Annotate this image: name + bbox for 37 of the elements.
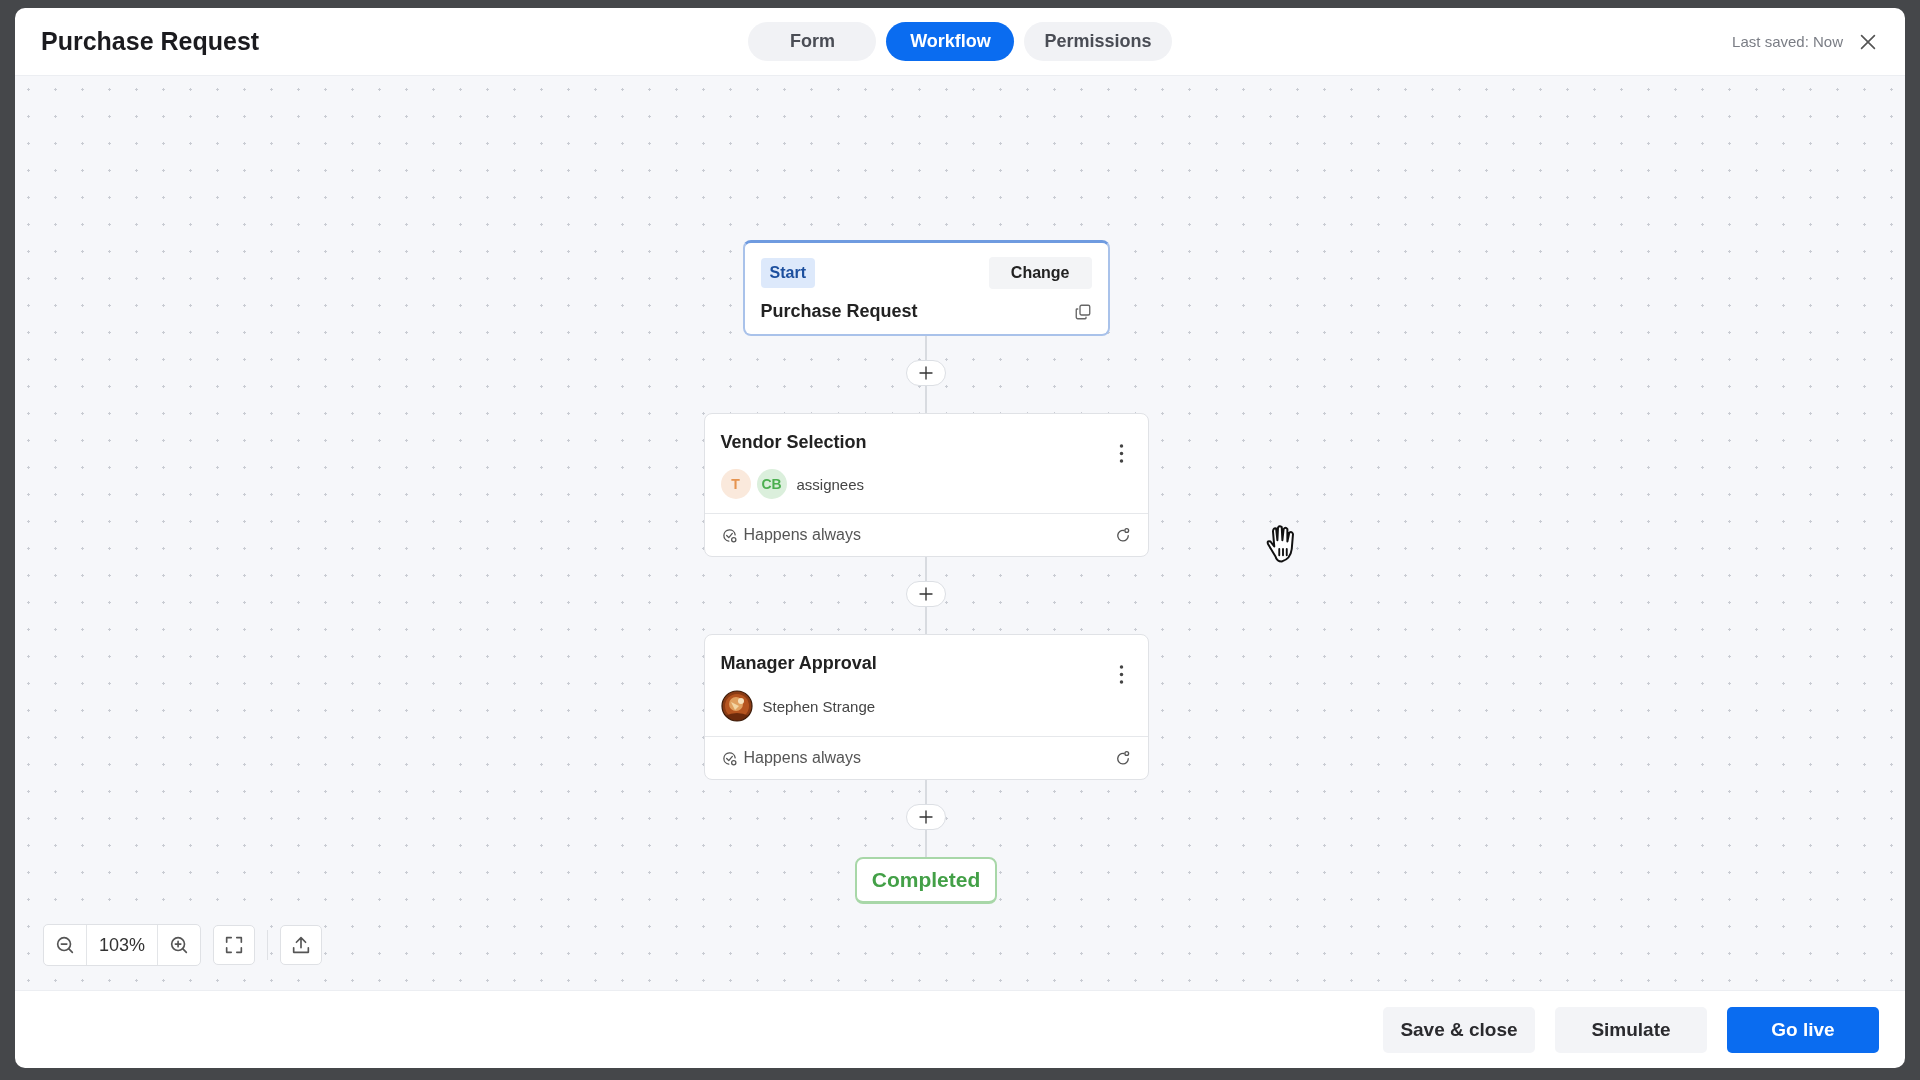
secondary-button[interactable]: Save & close <box>1383 1006 1535 1053</box>
add-step-button[interactable] <box>906 581 946 607</box>
primary-button[interactable]: Go live <box>1727 1006 1879 1053</box>
add-step-button[interactable] <box>906 804 946 830</box>
secondary-button[interactable]: Simulate <box>1555 1006 1707 1053</box>
step-card[interactable]: Manager Approval Stephen Strange Happens always <box>703 634 1149 780</box>
assignee-name: Stephen Strange <box>762 697 876 715</box>
avatar: T <box>720 469 751 499</box>
plus-icon <box>917 364 935 382</box>
tab[interactable]: Permissions <box>1024 22 1172 61</box>
form-title: Purchase Request <box>760 301 918 322</box>
add-step-button[interactable] <box>906 360 946 386</box>
start-node[interactable]: Start Change Purchase Request <box>742 240 1110 336</box>
assignee-label: assignees <box>796 475 865 493</box>
step-title: Manager Approval <box>720 653 877 674</box>
more-icon <box>1118 444 1124 463</box>
zoom-out-icon <box>54 934 76 956</box>
condition-text: Happens always <box>743 526 861 544</box>
fit-view-button[interactable] <box>213 925 256 965</box>
more-icon <box>1118 665 1124 684</box>
tab[interactable]: Workflow <box>886 22 1015 61</box>
start-badge: Start <box>760 258 815 288</box>
export-button[interactable] <box>280 925 323 965</box>
condition-icon <box>720 749 738 767</box>
tab[interactable]: Form <box>748 22 877 61</box>
avatar: CB <box>756 469 787 499</box>
step-card[interactable]: Vendor Selection T CB assignees Happens always <box>703 413 1149 557</box>
last-saved-text: Last saved: Now <box>1732 33 1843 50</box>
page-title: Purchase Request <box>41 27 260 56</box>
plus-icon <box>917 585 935 603</box>
condition-text: Happens always <box>743 749 861 767</box>
condition-icon <box>720 526 738 544</box>
step-title: Vendor Selection <box>720 432 867 453</box>
zoom-level: 103% <box>86 925 159 965</box>
copy-icon <box>1073 302 1092 321</box>
change-button[interactable]: Change <box>988 257 1092 289</box>
plus-icon <box>917 808 935 826</box>
